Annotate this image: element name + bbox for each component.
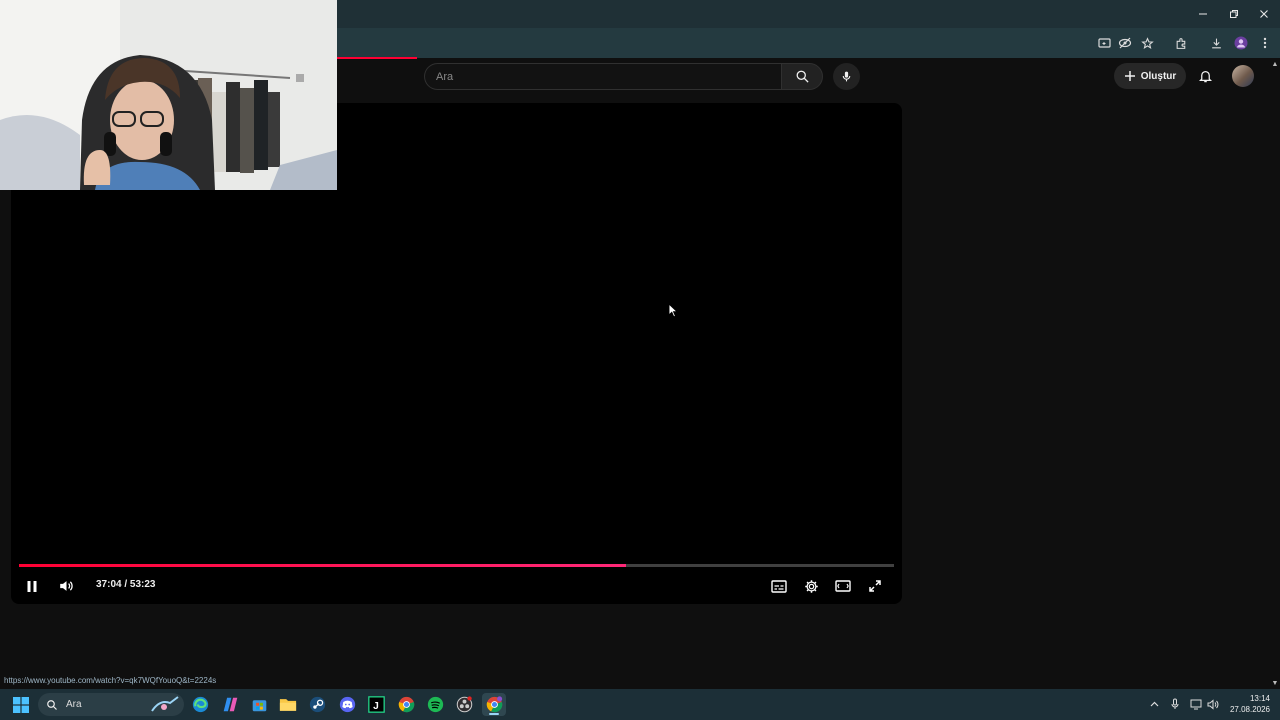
tray-volume[interactable] — [1205, 697, 1221, 711]
subtitles-button[interactable] — [768, 576, 790, 596]
obs-icon — [456, 696, 472, 713]
tray-microphone[interactable] — [1167, 697, 1183, 711]
bookmark-button[interactable] — [1137, 34, 1157, 52]
download-icon — [1211, 38, 1221, 48]
taskbar-jetbrains[interactable]: J — [364, 693, 388, 716]
account-avatar[interactable] — [1232, 65, 1254, 87]
cast-button[interactable] — [1094, 34, 1114, 52]
taskbar-file-explorer[interactable] — [276, 693, 300, 716]
taskbar-spotify[interactable] — [423, 693, 447, 716]
chrome-profile-icon — [486, 696, 502, 713]
minimize-button[interactable] — [1188, 4, 1218, 24]
tracking-protection-button[interactable] — [1115, 34, 1135, 52]
pause-button[interactable] — [21, 576, 43, 596]
search-icon — [796, 70, 809, 83]
plus-icon — [1124, 71, 1135, 81]
clock-time: 13:14 — [1249, 694, 1270, 703]
profile-icon — [1234, 36, 1248, 50]
gear-icon — [804, 579, 818, 593]
windows-logo-icon — [13, 696, 29, 713]
volume-button[interactable] — [55, 576, 77, 596]
status-bar-url: https://www.youtube.com/watch?v=qk7WQfYo… — [0, 676, 221, 688]
profile-button[interactable] — [1231, 34, 1251, 52]
search-button[interactable] — [781, 63, 823, 90]
cast-icon — [1097, 38, 1111, 48]
taskbar-search[interactable]: Ara — [38, 693, 184, 716]
steam-icon — [309, 696, 325, 713]
taskbar-steam[interactable] — [305, 693, 329, 716]
scroll-down-arrow-icon[interactable]: ▼ — [1270, 678, 1280, 688]
extensions-button[interactable] — [1171, 34, 1191, 52]
extensions-icon — [1176, 37, 1185, 49]
pause-icon — [27, 580, 37, 592]
minimize-icon — [1199, 13, 1207, 15]
restore-button[interactable] — [1219, 4, 1249, 24]
taskbar-chrome[interactable] — [394, 693, 418, 716]
close-icon — [1260, 10, 1268, 18]
discord-icon — [339, 696, 355, 713]
start-button[interactable] — [9, 693, 33, 716]
taskbar-copilot[interactable] — [218, 693, 242, 716]
create-button-label: Oluştur — [1140, 70, 1177, 82]
close-button[interactable] — [1249, 4, 1279, 24]
webcam-feed-image — [0, 0, 337, 190]
more-icon — [1263, 37, 1267, 49]
search-field[interactable] — [424, 63, 781, 90]
page-scrollbar[interactable] — [1270, 59, 1280, 689]
eye-off-icon — [1118, 37, 1132, 49]
tray-overflow-button[interactable] — [1146, 697, 1162, 711]
jetbrains-icon: J — [367, 696, 385, 713]
mouse-cursor-icon — [668, 303, 678, 318]
taskbar-obs[interactable] — [452, 693, 476, 716]
search-highlight-icon — [151, 696, 179, 712]
downloads-button[interactable] — [1206, 34, 1226, 52]
spotify-icon — [427, 696, 443, 713]
theater-mode-icon — [835, 580, 851, 592]
search-icon — [47, 699, 57, 710]
svg-text:J: J — [373, 701, 379, 712]
speaker-icon — [1207, 698, 1218, 710]
restore-icon — [1230, 10, 1238, 18]
bell-icon — [1198, 71, 1212, 83]
voice-search-button[interactable] — [833, 63, 860, 90]
taskbar-discord[interactable] — [335, 693, 359, 716]
time-display: 37:04 / 53:23 — [96, 579, 156, 590]
taskbar-search-label: Ara — [66, 699, 82, 710]
fullscreen-button[interactable] — [864, 576, 886, 596]
create-button[interactable]: Oluştur — [1114, 63, 1186, 89]
chrome-icon — [398, 696, 414, 713]
microphone-icon — [1171, 698, 1179, 709]
copilot-icon — [223, 697, 237, 712]
active-app-indicator — [489, 713, 499, 715]
star-icon — [1140, 36, 1154, 49]
edge-icon — [192, 696, 208, 713]
folder-icon — [279, 699, 297, 711]
webcam-overlay — [0, 0, 337, 190]
scroll-up-arrow-icon[interactable]: ▲ — [1270, 59, 1280, 69]
tray-network[interactable] — [1188, 697, 1204, 711]
notifications-button[interactable] — [1194, 65, 1216, 87]
taskbar-clock[interactable]: 13:14 27.08.2026 — [1226, 693, 1270, 715]
progress-bar-played — [19, 564, 627, 567]
taskbar-edge[interactable] — [188, 693, 212, 716]
theater-mode-button[interactable] — [832, 576, 854, 596]
taskbar-store[interactable] — [247, 693, 271, 716]
subtitles-icon — [771, 579, 787, 593]
search-input[interactable] — [425, 64, 781, 89]
store-icon — [252, 700, 266, 712]
chevron-up-icon — [1150, 701, 1158, 707]
volume-icon — [59, 581, 73, 591]
settings-button[interactable] — [800, 576, 822, 596]
clock-date: 27.08.2026 — [1229, 705, 1270, 714]
fullscreen-icon — [869, 580, 881, 592]
browser-menu-button[interactable] — [1255, 34, 1275, 52]
microphone-icon — [842, 71, 851, 82]
network-icon — [1190, 699, 1201, 709]
